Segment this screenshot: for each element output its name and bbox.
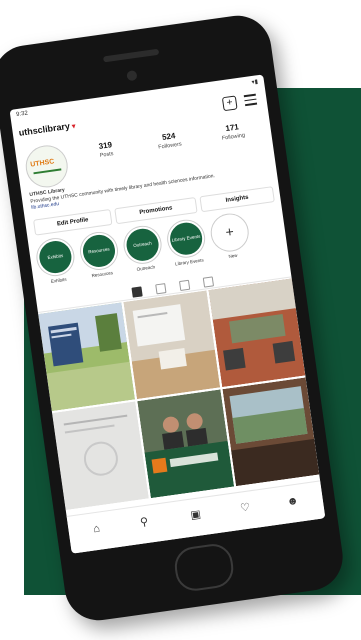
highlight-exhibits-circle: Exhibits xyxy=(35,236,76,278)
reels-icon[interactable] xyxy=(155,283,167,295)
hamburger-menu-icon[interactable] xyxy=(243,93,258,109)
highlight-exhibits-label: Exhibits xyxy=(50,276,67,284)
post-image-study-room xyxy=(208,278,306,388)
post-image-document xyxy=(52,401,149,511)
highlight-library-events-circle: Library Events xyxy=(165,218,207,260)
post-image-sign-outdoors xyxy=(38,302,136,412)
home-icon[interactable]: ⌂ xyxy=(90,522,104,536)
post-image-outreach-table xyxy=(137,389,235,499)
highlight-outreach-circle: Outreach xyxy=(122,224,163,266)
highlight-outreach-label: Outreach xyxy=(136,264,156,272)
profile-icon[interactable]: ☻ xyxy=(286,495,300,509)
highlight-resources[interactable]: Resources Resources xyxy=(78,230,122,279)
front-camera xyxy=(126,70,138,82)
status-time: 9:32 xyxy=(15,110,29,119)
video-icon[interactable] xyxy=(178,279,191,292)
post-thumbnail-4[interactable] xyxy=(52,401,149,511)
post-thumbnail-5[interactable] xyxy=(137,389,235,499)
shop-icon[interactable]: ▣ xyxy=(189,508,203,522)
post-thumbnail-3[interactable] xyxy=(208,278,306,388)
photo-grid xyxy=(38,278,320,512)
highlight-outreach[interactable]: Outreach Outreach xyxy=(121,224,165,273)
grid-icon[interactable] xyxy=(131,286,143,298)
post-thumbnail-2[interactable] xyxy=(123,290,221,400)
highlight-resources-circle: Resources xyxy=(78,230,120,272)
highlight-new[interactable]: + New xyxy=(208,212,252,261)
highlight-exhibits[interactable]: Exhibits Exhibits xyxy=(34,236,78,286)
search-icon[interactable]: ⚲ xyxy=(137,516,151,530)
avatar[interactable]: UTHSC xyxy=(23,142,71,191)
chevron-down-icon: ▾ xyxy=(71,123,76,131)
plus-square-icon[interactable]: + xyxy=(221,95,238,112)
insights-button[interactable]: Insights xyxy=(199,186,275,213)
post-thumbnail-6[interactable] xyxy=(222,377,320,487)
phone-screen: 9:32 ▾▮ uthsclibrary▾ + UTHSC 319 Posts xyxy=(9,74,326,554)
tagged-icon[interactable] xyxy=(202,276,215,288)
username-text: uthsclibrary xyxy=(18,120,71,138)
new-highlight-plus-icon: + xyxy=(209,212,251,253)
heart-icon[interactable]: ♡ xyxy=(238,501,252,515)
post-image-whiteboard-room xyxy=(123,290,221,400)
post-image-library-window xyxy=(222,377,320,487)
stat-following[interactable]: 171 Following xyxy=(202,119,264,144)
stat-posts[interactable]: 319 Posts xyxy=(75,137,137,162)
earpiece-speaker xyxy=(102,48,160,63)
post-thumbnail-1[interactable] xyxy=(38,302,136,412)
avatar-logo-text: UTHSC xyxy=(29,158,55,169)
avatar-logo-underline xyxy=(33,168,62,175)
highlight-library-events[interactable]: Library Events Library Events xyxy=(165,218,209,267)
highlight-library-events-label: Library Events xyxy=(174,257,204,267)
phone-photo: 9:32 ▾▮ uthsclibrary▾ + UTHSC 319 Posts xyxy=(0,0,361,640)
stat-followers[interactable]: 524 Followers xyxy=(138,128,200,153)
home-button-bezel xyxy=(172,541,236,594)
highlight-resources-label: Resources xyxy=(91,270,114,279)
username[interactable]: uthsclibrary▾ xyxy=(18,120,76,138)
phone-body: 9:32 ▾▮ uthsclibrary▾ + UTHSC 319 Posts xyxy=(0,11,347,625)
signal-icon: ▾▮ xyxy=(251,79,259,87)
highlight-new-label: New xyxy=(228,252,238,259)
